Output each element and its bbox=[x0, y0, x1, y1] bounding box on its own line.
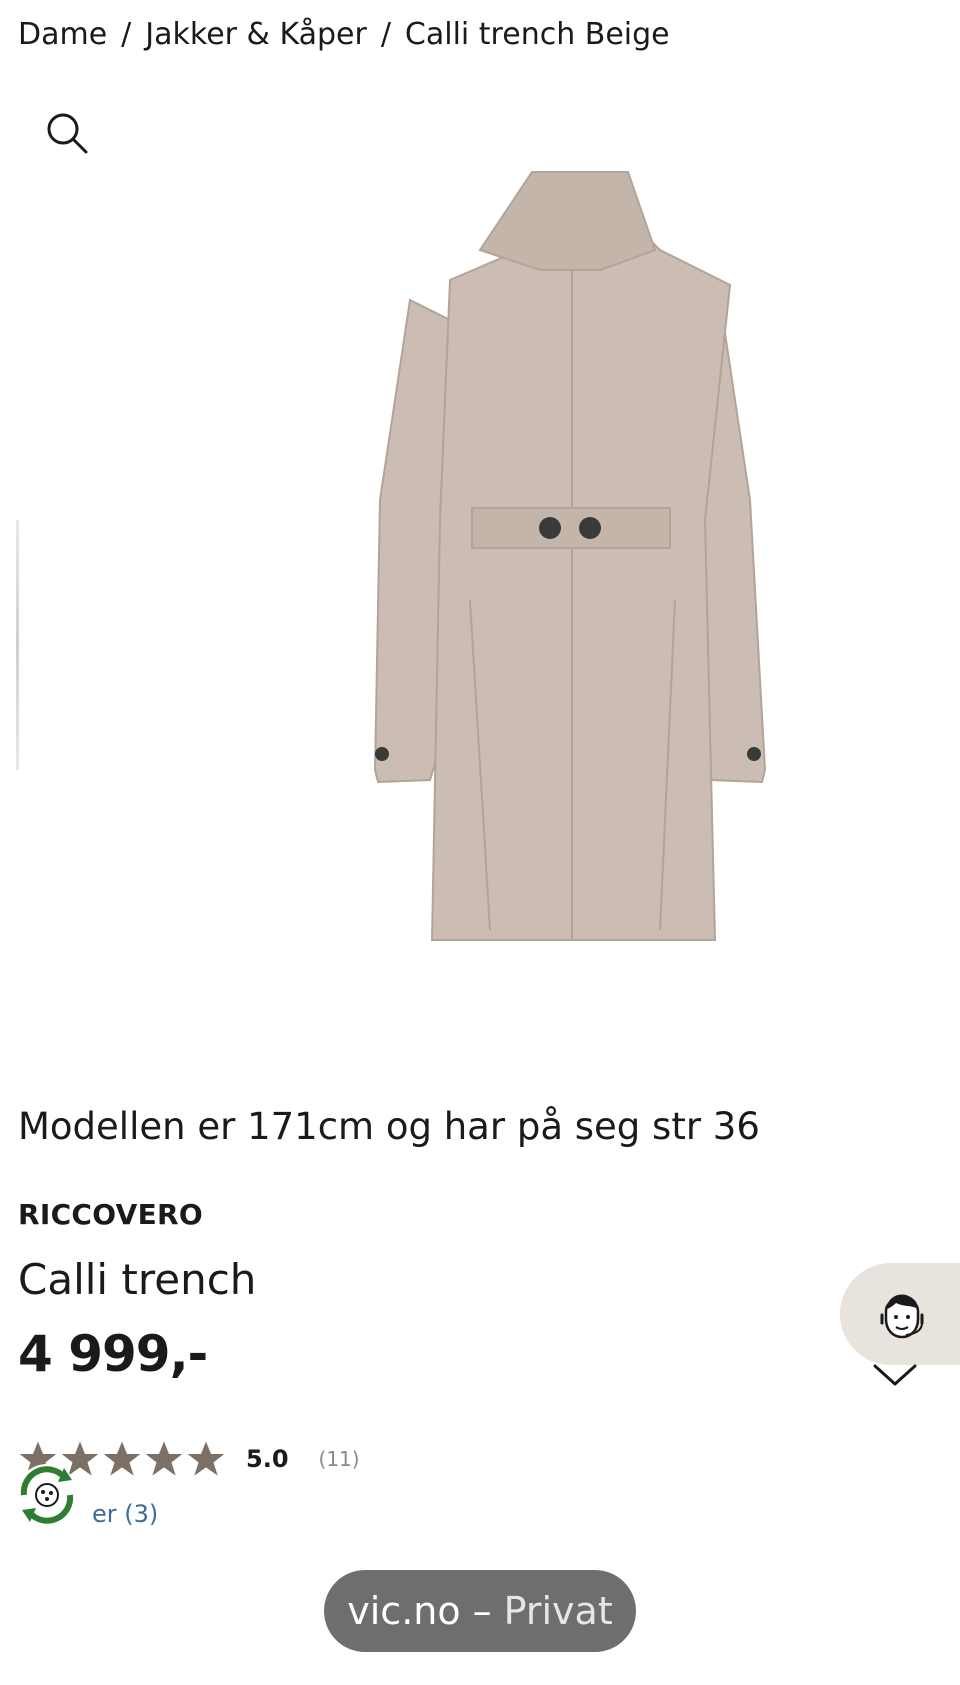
star-icon bbox=[145, 1441, 183, 1476]
star-icon bbox=[187, 1441, 225, 1476]
search-button[interactable] bbox=[44, 110, 92, 158]
breadcrumb-dame[interactable]: Dame bbox=[18, 17, 107, 52]
breadcrumb-jakker-kaper[interactable]: Jakker & Kåper bbox=[145, 17, 367, 52]
private-mode-label: Privat bbox=[503, 1589, 613, 1633]
rating-score: 5.0 bbox=[246, 1445, 289, 1473]
customer-support-button[interactable] bbox=[840, 1263, 960, 1365]
star-icon bbox=[103, 1441, 141, 1476]
belt-button-right bbox=[579, 517, 601, 539]
product-price: 4 999,- bbox=[18, 1325, 208, 1383]
breadcrumb-separator: / bbox=[380, 16, 391, 52]
support-agent-icon bbox=[880, 1294, 924, 1339]
url-domain: vic.no bbox=[347, 1589, 461, 1633]
belt-button-left bbox=[539, 517, 561, 539]
rating-count: (11) bbox=[318, 1447, 360, 1471]
model-size-note: Modellen er 171cm og har på seg str 36 bbox=[18, 1105, 760, 1148]
sleeve-button-right bbox=[747, 747, 761, 761]
search-icon bbox=[47, 113, 88, 154]
eco-recycle-icon bbox=[16, 1464, 78, 1526]
breadcrumb-current: Calli trench Beige bbox=[404, 16, 670, 52]
sleeve-button-left bbox=[375, 747, 389, 761]
browser-url-pill[interactable]: vic.no – Privat bbox=[324, 1570, 636, 1652]
product-title: Calli trench bbox=[18, 1255, 257, 1304]
url-dash: – bbox=[472, 1589, 492, 1633]
eco-badge-button[interactable] bbox=[14, 1462, 80, 1528]
reviews-link[interactable]: er (3) bbox=[92, 1500, 158, 1528]
chevron-down-icon bbox=[873, 1364, 917, 1386]
product-image[interactable] bbox=[0, 170, 960, 1010]
brand-name[interactable]: RICCOVERO bbox=[18, 1198, 203, 1231]
breadcrumb: Dame / Jakker & Kåper / Calli trench Bei… bbox=[18, 14, 670, 54]
breadcrumb-separator: / bbox=[121, 16, 132, 52]
expand-button[interactable] bbox=[872, 1362, 918, 1388]
